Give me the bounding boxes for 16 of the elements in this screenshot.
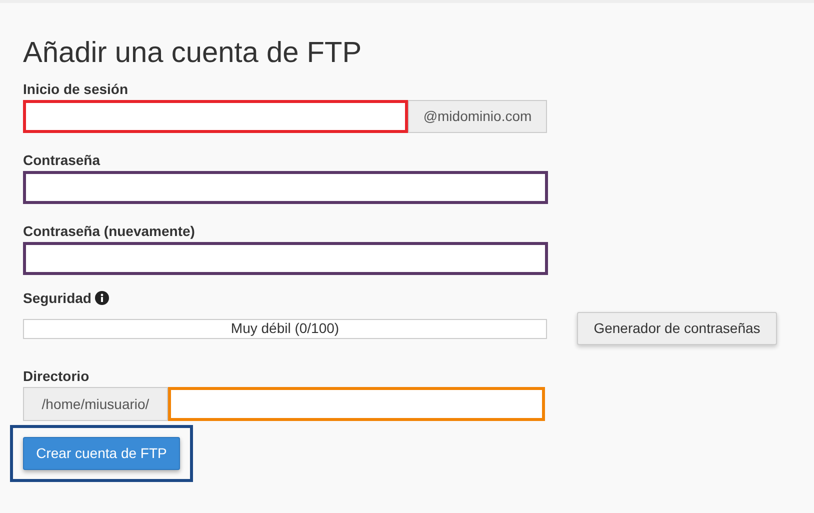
password-generator-button[interactable]: Generador de contraseñas bbox=[577, 312, 777, 345]
input-field[interactable] bbox=[168, 387, 545, 421]
field-label: Inicio de sesión bbox=[23, 81, 128, 97]
strength-reading: Muy débil (0/100) bbox=[230, 319, 340, 338]
field-label: Contraseña bbox=[23, 152, 100, 168]
page-title: Añadir una cuenta de FTP bbox=[23, 36, 363, 71]
input-field[interactable] bbox=[23, 242, 548, 275]
input-field[interactable] bbox=[23, 171, 548, 204]
domain-addon: @midominio.com bbox=[408, 100, 547, 133]
create-account-button[interactable]: Crear cuenta de FTP bbox=[23, 437, 180, 470]
info-icon[interactable] bbox=[95, 291, 110, 305]
field-label: Directorio bbox=[23, 368, 90, 384]
directory-addon: /home/miusuario/ bbox=[23, 387, 168, 421]
field-label: Seguridad bbox=[23, 291, 92, 305]
field-label: Contraseña (nuevamente) bbox=[23, 223, 195, 239]
input-field[interactable] bbox=[23, 100, 408, 133]
